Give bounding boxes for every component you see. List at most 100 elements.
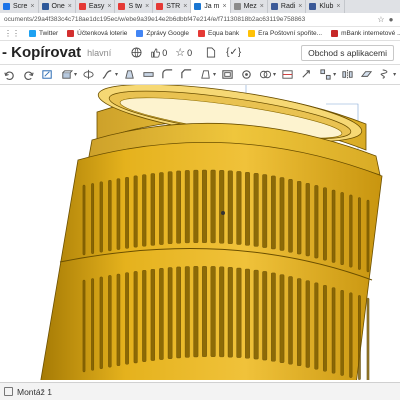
dropdown-caret-icon[interactable]: ▾ [115,71,118,78]
bookmark-item[interactable]: Zprávy Google [136,30,189,37]
plane-icon[interactable] [359,68,373,82]
knurl-slot-upper [91,183,95,254]
knurl-slot-lower [142,270,147,362]
thicken-icon[interactable] [141,68,155,82]
knurl-slot-upper [262,174,268,248]
transform-icon[interactable] [299,68,313,82]
knurl-slot-upper [305,182,310,257]
assembly-tab[interactable]: Montáž 1 [4,387,52,397]
fillet-icon[interactable] [160,68,174,82]
knurl-slot-upper [349,194,353,268]
dropdown-caret-icon[interactable]: ▾ [393,71,396,78]
tab-close-icon[interactable]: × [145,3,149,10]
knurl-slot-upper [133,175,138,248]
browser-tab[interactable]: Klub × [306,0,345,13]
hole-icon[interactable] [239,68,253,82]
knurl-slot-upper [331,189,336,263]
bookmark-label: Zprávy Google [146,30,190,37]
tab-label: Radi [280,3,296,10]
knurl-slot-upper [358,197,361,270]
knurl-slot-lower [176,266,182,359]
code-icon[interactable]: {✓} [226,47,241,58]
loft-icon[interactable] [122,68,136,82]
chamfer-icon[interactable] [179,68,193,82]
like-icon[interactable]: 0 [150,48,167,58]
knurl-slot-lower [262,271,268,361]
tab-favicon-icon [41,3,49,10]
3d-viewport[interactable] [0,85,400,380]
dropdown-caret-icon[interactable]: ▾ [273,71,276,78]
split-icon[interactable] [280,68,294,82]
knurl-slot-lower [305,280,310,368]
tab-close-icon[interactable]: × [260,3,264,10]
mirror-icon[interactable] [340,68,354,82]
app-store-button[interactable]: Obchod s aplikacemi [301,44,394,61]
undo-icon[interactable] [2,68,16,82]
browser-tab[interactable]: Easy × [76,0,116,13]
knurl-slot-upper [99,181,103,253]
knurled-cylinder-model[interactable] [0,85,400,380]
knurl-slot-upper [108,179,112,252]
tab-close-icon[interactable]: × [298,3,302,10]
bookmark-favicon-icon [67,30,75,37]
bookmark-item[interactable]: Era Poštovní spořite... [248,30,322,37]
sweep-icon[interactable] [100,68,114,82]
bottom-tab-bar: Montáž 1 [0,382,400,400]
extrude-icon[interactable] [59,68,73,82]
helix-icon[interactable] [378,68,392,82]
url-text[interactable]: ocuments/29a4f383c4c718ae1dc195ec/w/ebe9… [4,16,376,23]
pattern-icon[interactable] [318,68,332,82]
tab-close-icon[interactable]: × [68,3,72,10]
knurl-slot-upper [176,170,182,244]
dropdown-caret-icon[interactable]: ▾ [74,71,77,78]
sketch-icon[interactable] [40,68,54,82]
browser-tab[interactable]: Ja m × [191,0,231,13]
tab-close-icon[interactable]: × [183,3,187,10]
tab-close-icon[interactable]: × [107,3,111,10]
globe-icon[interactable] [131,47,142,58]
knurl-slot-lower [108,275,112,368]
apps-icon[interactable]: ⋮⋮ [4,29,20,38]
browser-tab[interactable]: STR × [153,0,192,13]
star-icon[interactable]: ☆ [376,15,386,24]
bookmark-item[interactable]: Twitter [29,30,58,37]
address-bar[interactable]: ocuments/29a4f383c4c718ae1dc195ec/w/ebe9… [0,13,400,27]
browser-tab[interactable]: Scre × [0,0,39,13]
dropdown-caret-icon[interactable]: ▾ [213,71,216,78]
browser-tab[interactable]: One × [39,0,76,13]
dropdown-caret-icon[interactable]: ▾ [333,71,336,78]
revolve-icon[interactable] [81,68,95,82]
knurl-slot-upper [279,177,285,251]
document-icon[interactable] [206,47,216,58]
tab-label: Ja m [204,3,220,10]
knurl-slot-upper [227,170,233,245]
redo-icon[interactable] [21,68,35,82]
tab-favicon-icon [233,3,241,10]
feature-toolbar: ▾▾▾▾▾▾▾ [0,65,400,85]
star-favorite-icon[interactable]: ☆ 0 [175,46,192,59]
tab-close-icon[interactable]: × [30,3,34,10]
branch-label[interactable]: hlavní [87,48,111,58]
bookmark-item[interactable]: mBank internetové ... [331,30,400,37]
knurl-slot-lower [340,290,344,376]
bookmark-favicon-icon [198,30,206,37]
bookmark-item[interactable]: Equa bank [198,30,239,37]
shell-icon[interactable] [220,68,234,82]
tab-label: STR [166,3,181,10]
bookmark-label: Účtenková loterie [77,30,128,37]
browser-tab[interactable]: Radi × [268,0,307,13]
bookmark-item[interactable]: Účtenková loterie [67,30,127,37]
knurl-slot-lower [253,269,259,360]
tab-close-icon[interactable]: × [222,3,226,10]
knurl-slot-upper [288,179,293,253]
tab-close-icon[interactable]: × [336,3,340,10]
draft-icon[interactable] [198,68,212,82]
tab-favicon-icon [78,3,86,10]
knurl-slot-upper [125,176,129,249]
profile-icon[interactable]: ● [386,15,396,24]
browser-tab[interactable]: Mez × [231,0,268,13]
cursor-marker [221,211,225,215]
document-title[interactable]: - Kopírovat [2,44,81,61]
browser-tab[interactable]: S tw × [115,0,154,13]
boolean-icon[interactable] [258,68,272,82]
